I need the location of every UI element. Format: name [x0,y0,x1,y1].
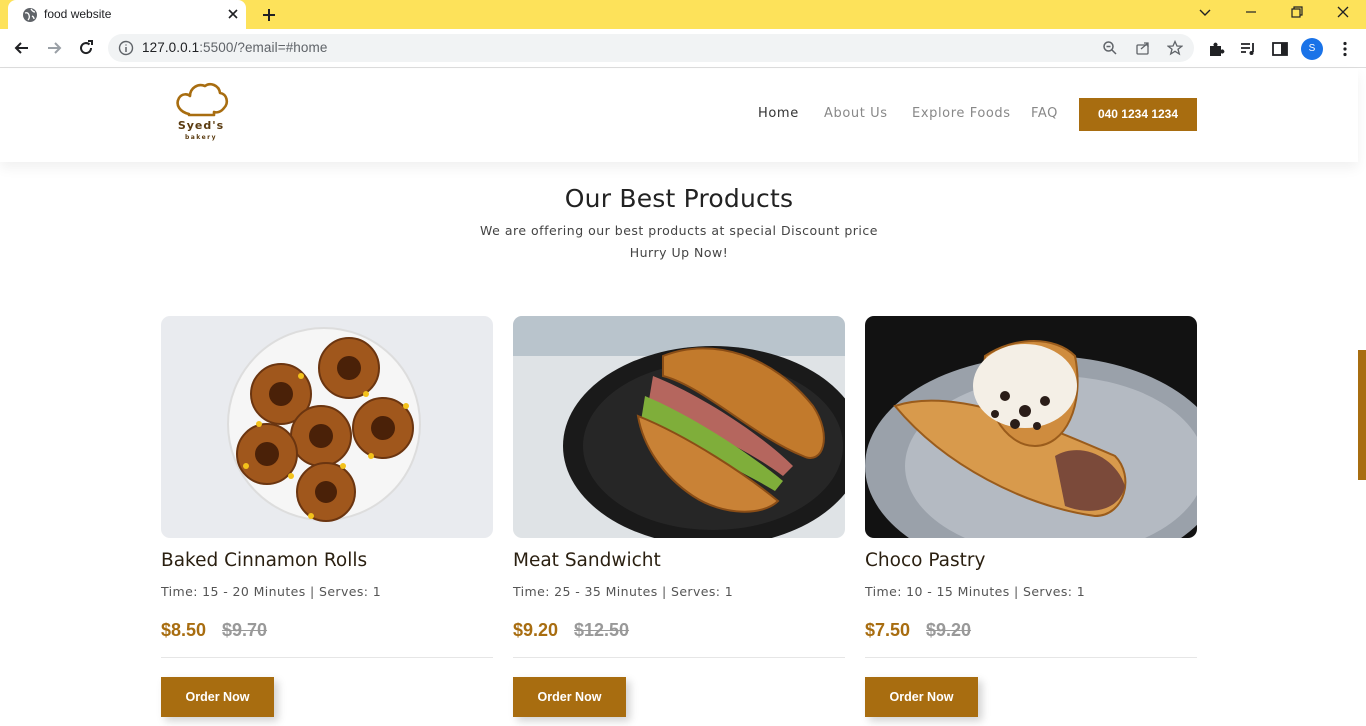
product-card: Choco Pastry Time: 10 - 15 Minutes | Ser… [865,316,1197,726]
phone-button[interactable]: 040 1234 1234 [1079,98,1197,131]
product-price: $8.50 [161,620,207,640]
product-price: $9.20 [513,620,559,640]
product-card: Baked Cinnamon Rolls Time: 15 - 20 Minut… [161,316,493,726]
chef-hat-icon [176,82,229,117]
puzzle-extensions-icon[interactable] [1207,40,1225,58]
nav-home[interactable]: Home [758,106,799,121]
side-panel-icon[interactable] [1271,40,1289,58]
scrollbar-thumb[interactable] [1358,350,1366,480]
zoom-icon[interactable] [1102,40,1118,56]
address-bar[interactable]: 127.0.0.1:5500/?email=#home [108,34,1194,62]
chevron-down-icon[interactable] [1195,4,1215,22]
product-image-cinnamon-rolls[interactable] [161,316,493,538]
url-text: 127.0.0.1:5500/?email=#home [142,40,328,55]
more-menu-icon[interactable] [1336,40,1354,58]
logo-name: Syed's [177,119,225,132]
section-subtitle: We are offering our best products at spe… [480,223,878,238]
restore-icon[interactable] [1287,4,1307,22]
product-meta: Time: 25 - 35 Minutes | Serves: 1 [513,584,734,599]
nav-about-us[interactable]: About Us [824,106,888,121]
back-arrow-icon[interactable] [12,38,32,58]
site-header: Syed's bakery Home About Us Explore Food… [0,69,1358,162]
nav-faq[interactable]: FAQ [1031,106,1058,121]
media-queue-icon[interactable] [1239,40,1257,58]
minimize-icon[interactable] [1241,4,1261,22]
star-icon[interactable] [1167,40,1183,56]
browser-tab[interactable]: food website [8,0,246,29]
browser-tab-strip: food website [0,0,1366,29]
product-name: Choco Pastry [865,550,986,571]
globe-icon [23,8,37,22]
product-meta: Time: 10 - 15 Minutes | Serves: 1 [865,584,1086,599]
order-now-button[interactable]: Order Now [161,677,274,717]
product-price: $7.50 [865,620,911,640]
nav-explore-foods[interactable]: Explore Foods [912,106,1011,121]
product-card: Meat Sandwicht Time: 25 - 35 Minutes | S… [513,316,845,726]
order-now-button[interactable]: Order Now [865,677,978,717]
new-tab-plus-icon[interactable] [260,6,278,24]
card-divider [161,657,493,658]
product-name: Baked Cinnamon Rolls [161,550,368,571]
info-icon[interactable] [118,40,134,56]
product-name: Meat Sandwicht [513,550,661,571]
forward-arrow-icon[interactable] [44,38,64,58]
logo[interactable]: Syed's bakery [172,81,230,145]
logo-subtitle: bakery [184,134,218,141]
product-image-meat-sandwich[interactable] [513,316,845,538]
section-tagline: Hurry Up Now! [629,245,729,260]
section-title: Our Best Products [564,184,794,213]
browser-toolbar: 127.0.0.1:5500/?email=#home S [0,29,1366,68]
product-old-price: $12.50 [574,620,630,640]
product-old-price: $9.20 [926,620,972,640]
product-meta: Time: 15 - 20 Minutes | Serves: 1 [161,584,382,599]
share-icon[interactable] [1135,40,1151,56]
tab-title: food website [44,7,112,21]
close-icon[interactable] [226,7,240,21]
product-old-price: $9.70 [222,620,268,640]
card-divider [865,657,1197,658]
card-divider [513,657,845,658]
profile-avatar[interactable]: S [1301,38,1323,60]
reload-icon[interactable] [76,38,96,58]
order-now-button[interactable]: Order Now [513,677,626,717]
window-close-icon[interactable] [1333,4,1353,22]
product-image-choco-pastry[interactable] [865,316,1197,538]
